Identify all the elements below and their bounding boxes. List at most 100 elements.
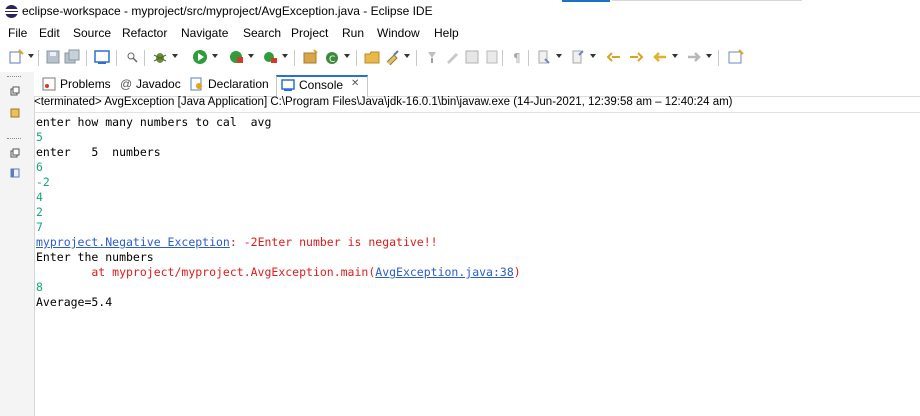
next-annotation-dropdown-arrow[interactable] [556,54,562,58]
run-dropdown-arrow[interactable] [212,54,218,58]
view-tab-bar: Problems @ Javadoc Declaration Console ✕ [34,72,920,97]
restore-icon[interactable] [10,148,20,158]
run-external-dropdown-arrow[interactable] [282,54,288,58]
tab-console[interactable]: Console ✕ [276,75,368,97]
svg-text:C: C [329,55,335,65]
console-icon [281,79,295,91]
title-divider-line [612,0,802,1]
tab-console-label: Console [299,78,344,92]
title-bar: eclipse-workspace - myproject/src/myproj… [0,0,920,24]
previous-annotation-icon[interactable] [570,49,586,65]
paragraph-icon[interactable]: ¶ [510,49,526,65]
window-title: eclipse-workspace - myproject/src/myproj… [22,4,433,18]
menu-file[interactable]: File [8,26,27,40]
toolbar-separator [86,50,87,66]
menu-help[interactable]: Help [434,26,459,40]
tab-declaration-label: Declaration [208,77,269,91]
console-line: enter how many numbers to cal avg [36,115,272,129]
package-explorer-icon[interactable] [10,108,20,118]
toolbar-separator [356,50,357,66]
block-select-icon[interactable] [464,49,480,65]
menu-run[interactable]: Run [342,26,364,40]
tab-javadoc[interactable]: @ Javadoc [118,75,186,95]
toolbar-separator [718,50,719,66]
debug-dropdown-arrow[interactable] [172,54,178,58]
toolbar-separator [528,50,529,66]
console-error-line: myproject.Negative Exception: -2Enter nu… [36,235,438,250]
stack-trace-prefix: at myproject/myproject.AvgException.main… [36,265,376,279]
show-whitespace-icon[interactable] [484,49,500,65]
perspective-icon[interactable] [728,49,744,65]
toolbar-separator [416,50,417,66]
back-dropdown-arrow[interactable] [672,54,678,58]
exception-link[interactable]: myproject.Negative Exception [36,235,230,249]
new-dropdown-arrow[interactable] [28,54,34,58]
forward-icon[interactable] [686,49,702,65]
previous-annotation-dropdown-arrow[interactable] [590,54,596,58]
toggle-mark-icon[interactable] [424,49,440,65]
console-line: Average=5.4 [36,295,113,309]
save-icon[interactable] [45,49,61,65]
console-input-line: 4 [36,190,43,204]
new-class-dropdown-arrow[interactable] [344,54,350,58]
new-class-icon[interactable]: C [324,49,340,65]
svg-text:¶: ¶ [513,51,521,65]
save-all-icon[interactable] [64,49,80,65]
next-annotation-icon[interactable] [536,49,552,65]
run-external-icon[interactable] [262,49,278,65]
outline-icon[interactable] [10,168,20,178]
coverage-icon[interactable] [228,49,244,65]
coverage-dropdown-arrow[interactable] [248,54,254,58]
tab-problems[interactable]: Problems [38,75,114,95]
trim-handle[interactable] [7,138,21,141]
tab-declaration[interactable]: Declaration [188,75,274,95]
menu-refactor[interactable]: Refactor [122,26,167,40]
pin-icon[interactable] [384,49,400,65]
run-icon[interactable] [192,49,208,65]
terminal-icon[interactable] [94,49,110,65]
tab-javadoc-label: Javadoc [136,77,181,91]
menu-bar: File Edit Source Refactor Navigate Searc… [0,24,920,44]
console-line: enter 5 numbers [36,145,161,159]
toolbar-separator [38,50,39,66]
toolbar-separator [116,50,117,66]
menu-window[interactable]: Window [377,26,420,40]
exception-message: : -2Enter number is negative!! [229,235,438,249]
back-icon[interactable] [652,49,668,65]
console-input-line: 5 [36,130,43,144]
last-edit-icon[interactable] [606,49,622,65]
new-package-icon[interactable] [302,49,318,65]
console-input-line: 6 [36,160,43,174]
console-line: Enter the numbers [36,250,154,264]
console-input-line: 8 [36,280,43,294]
source-link[interactable]: AvgException.java:38 [375,265,513,279]
title-accent-line [562,0,610,2]
javadoc-icon: @ [120,77,133,91]
forward-edit-icon[interactable] [628,49,644,65]
menu-navigate[interactable]: Navigate [181,26,228,40]
menu-project[interactable]: Project [291,26,328,40]
debug-icon[interactable] [152,49,168,65]
menu-search[interactable]: Search [243,26,281,40]
toolbar-separator [294,50,295,66]
toolbar-separator [144,50,145,66]
pin-dropdown-arrow[interactable] [404,54,410,58]
problems-icon [42,77,56,91]
declaration-icon [190,77,202,91]
console-input-line: 7 [36,220,43,234]
restore-icon[interactable] [10,86,20,96]
menu-source[interactable]: Source [73,26,111,40]
menu-edit[interactable]: Edit [39,26,60,40]
console-input-line: -2 [36,175,50,189]
left-trim-bar [0,72,35,416]
console-output[interactable]: enter how many numbers to cal avg 5 ente… [34,113,920,416]
open-type-icon[interactable] [364,49,380,65]
console-status-line: <terminated> AvgException [Java Applicat… [34,96,920,113]
new-icon[interactable] [8,49,24,65]
search-icon[interactable] [124,49,140,65]
forward-dropdown-arrow[interactable] [706,54,712,58]
stack-trace-suffix: ) [513,265,521,279]
trim-handle[interactable] [7,76,21,79]
close-icon[interactable]: ✕ [351,78,359,89]
highlight-icon[interactable] [444,49,460,65]
